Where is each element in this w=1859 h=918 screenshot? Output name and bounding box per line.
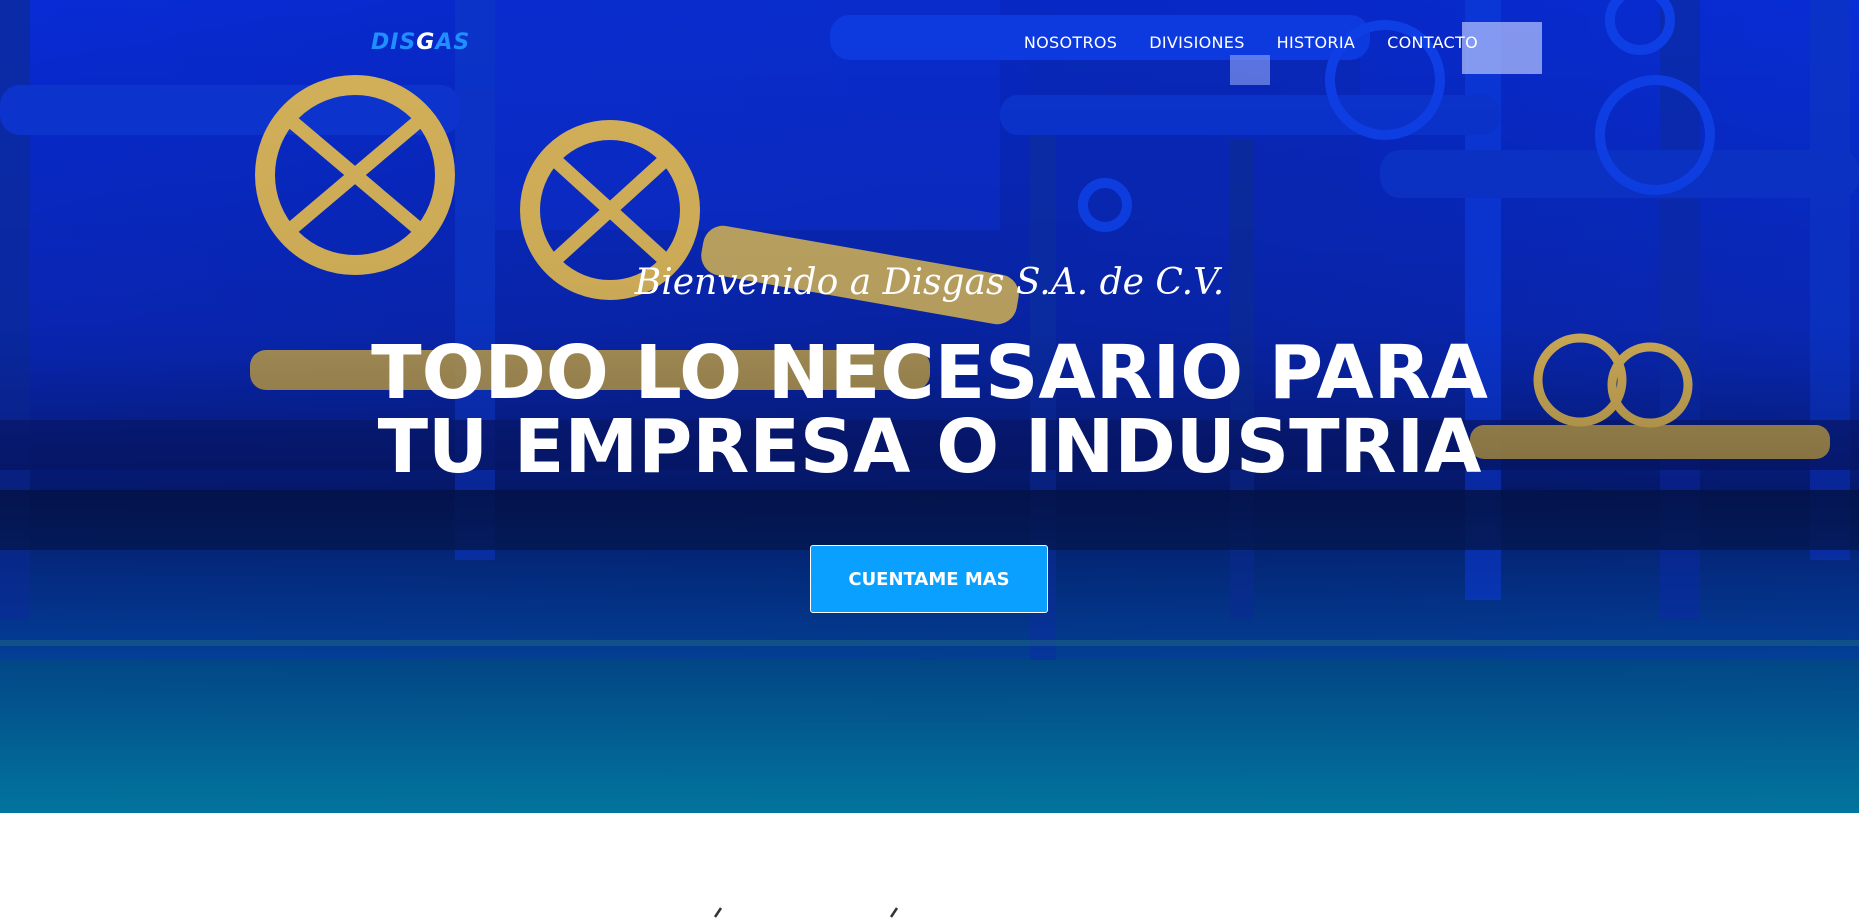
nav-link-divisiones[interactable]: DIVISIONES <box>1149 33 1244 52</box>
logo-prefix: DIS <box>371 30 417 55</box>
logo-g: G <box>416 30 436 55</box>
disgas-logo[interactable]: DISGAS <box>371 30 470 55</box>
nav-link-contacto[interactable]: CONTACTO <box>1387 33 1478 52</box>
headline-line-2: TU EMPRESA O INDUSTRIA <box>377 404 1482 490</box>
top-navbar: DISGAS NOSOTROS DIVISIONES HISTORIA CONT… <box>0 0 1859 86</box>
nav-link-historia[interactable]: HISTORIA <box>1277 33 1355 52</box>
hero-headline: TODO LO NECESARIO PARA TU EMPRESA O INDU… <box>0 336 1859 484</box>
welcome-text: Bienvenido a Disgas S.A. de C.V. <box>634 262 1225 303</box>
cuentame-mas-button[interactable]: CUENTAME MAS <box>810 545 1048 613</box>
next-section-peek <box>0 813 1859 918</box>
logo-suffix: AS <box>435 30 471 55</box>
hero-section: DISGAS NOSOTROS DIVISIONES HISTORIA CONT… <box>0 0 1859 813</box>
nav-links: NOSOTROS DIVISIONES HISTORIA CONTACTO <box>1024 33 1478 52</box>
headline-line-1: TODO LO NECESARIO PARA <box>371 330 1488 416</box>
nav-link-nosotros[interactable]: NOSOTROS <box>1024 33 1117 52</box>
section-title-accents <box>700 906 1000 918</box>
